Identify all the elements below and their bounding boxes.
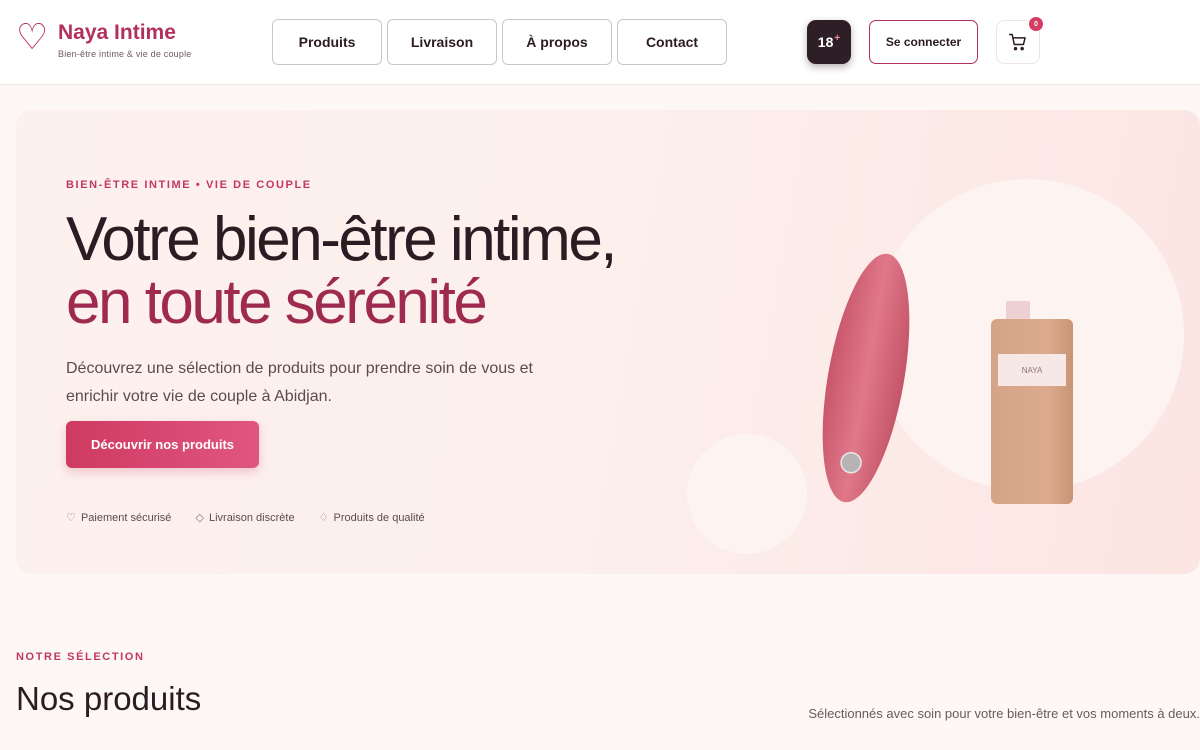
brand-tagline: Bien-être intime & vie de couple [58,49,192,59]
brand-name: Naya Intime [58,21,176,44]
diamond-outline-icon: ♢ [318,511,329,524]
bottle-label: NAYA [1022,366,1043,375]
badge-quality-products: ♢ Produits de qualité [319,511,425,524]
badge-label: Livraison discrète [208,512,295,524]
badge-label: Paiement sécurisé [80,512,172,524]
hero-title: Votre bien-être intime, en toute sérénit… [66,205,618,337]
nav-produits-button[interactable]: Produits [272,19,382,65]
hero-description: Découvrez une sélection de produits pour… [66,360,533,405]
heart-outline-icon: ♡ [16,17,49,58]
hero-section: BIEN-ÊTRE INTIME • VIE DE COUPLE Votre b… [16,110,1200,574]
logo-text: Naya Intime Bien-être intime & vie de co… [58,20,191,59]
hero-eyebrow: BIEN-ÊTRE INTIME • VIE DE COUPLE [66,179,312,191]
heart-icon: ♡ [66,511,76,524]
badge-label: Produits de qualité [333,512,425,524]
login-button[interactable]: Se connecter [869,20,978,64]
nav-livraison-button[interactable]: Livraison [387,19,497,65]
products-section-eyebrow: NOTRE SÉLECTION [16,651,145,663]
site-header: ♡ Naya Intime Bien-être intime & vie de … [0,0,1200,85]
hero-title-line2: en toute sérénité [66,268,488,337]
cart-icon [1008,33,1026,51]
badge-discreet-delivery: ◇ Livraison discrète [195,511,294,524]
trust-badges: ♡ Paiement sécurisé ◇ Livraison discrète… [66,511,425,524]
products-section-title: Nos produits [16,680,202,717]
nav-contact-button[interactable]: Contact [617,19,727,65]
decorative-circle-small [687,434,807,554]
diamond-icon: ◇ [195,511,204,524]
products-section-description: Sélectionnés avec soin pour votre bien-ê… [808,706,1200,721]
nav-a-propos-button[interactable]: À propos [502,19,612,65]
cart-button[interactable]: 0 [996,17,1043,64]
age-badge-number: 18 [817,34,834,50]
age-restriction-badge: 18 + [807,20,851,64]
discover-products-button[interactable]: Découvrir nos produits [66,421,259,468]
logo[interactable]: ♡ Naya Intime Bien-être intime & vie de … [16,17,191,60]
hero-title-line1: Votre bien-être intime, [66,205,618,274]
age-badge-plus: + [834,32,841,44]
badge-secure-payment: ♡ Paiement sécurisé [66,511,171,524]
main-nav: Produits Livraison À propos Contact [272,19,727,65]
cart-count-badge: 0 [1029,17,1043,31]
hero-product-illustration: NAYA [687,179,1184,554]
bottle-product: NAYA [991,301,1073,504]
